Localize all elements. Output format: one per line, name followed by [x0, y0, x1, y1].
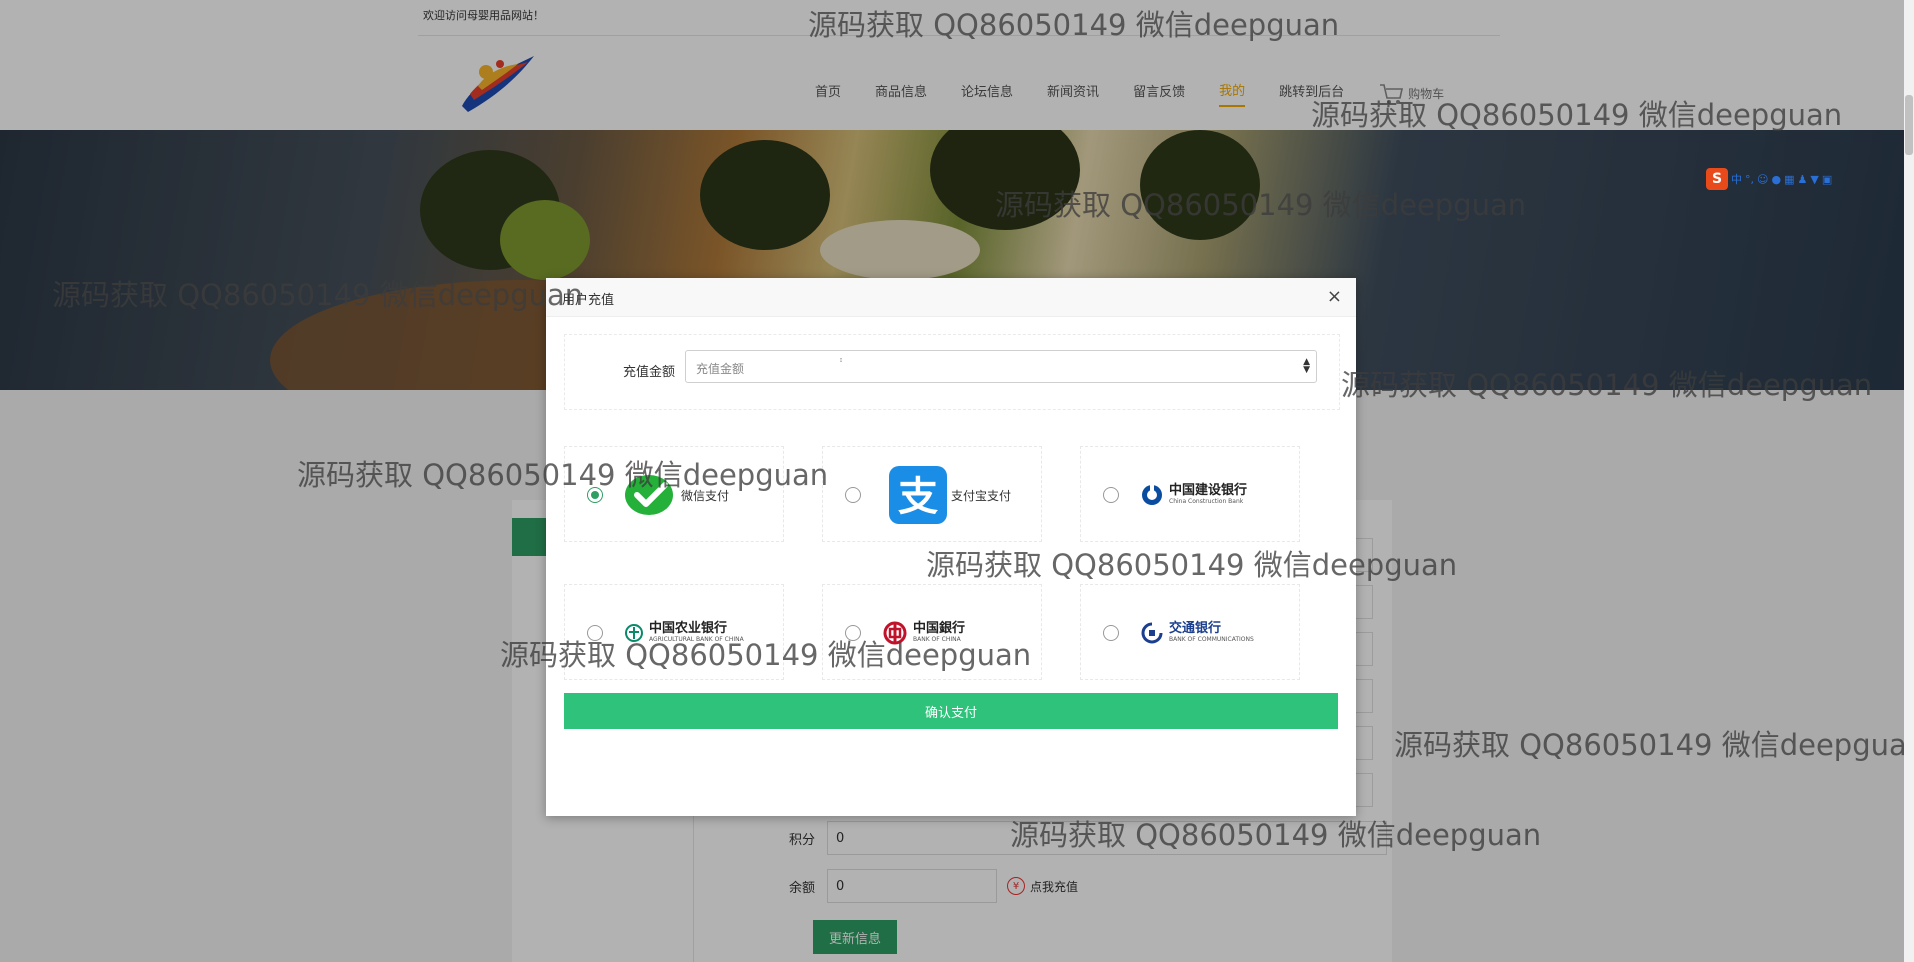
pay-option-boc-logo: 中国銀行 BANK OF CHINA [883, 599, 965, 667]
pay-option-ccb[interactable]: 中国建设银行 China Construction Bank [1080, 446, 1300, 542]
pay-option-abc-sub: AGRICULTURAL BANK OF CHINA [649, 636, 744, 643]
sogou-ime-icon[interactable]: S [1706, 168, 1728, 190]
pay-option-abc-label: 中国农业银行 [649, 621, 728, 636]
pay-option-wechat-logo: 微信支付 [625, 461, 729, 529]
svg-text:支: 支 [898, 474, 938, 520]
pay-option-abc[interactable]: 中国农业银行 AGRICULTURAL BANK OF CHINA [564, 584, 784, 680]
pay-option-wechat[interactable]: 微信支付 [564, 446, 784, 542]
pay-radio-boc[interactable] [845, 625, 861, 641]
amount-label: 充值金额 [622, 365, 675, 380]
pay-option-wechat-label: 微信支付 [681, 488, 730, 503]
pay-radio-bocom[interactable] [1103, 625, 1119, 641]
boc-bank-icon [883, 621, 907, 645]
close-icon[interactable]: × [1327, 286, 1342, 307]
ime-toolbar[interactable]: S 中 °, ☺ ● ▦ ♟ ▼ ▣ [1706, 168, 1832, 190]
pay-option-alipay-logo: 支 支付宝支付 [889, 461, 1011, 529]
ime-keyboard-icon[interactable]: ▦ [1784, 173, 1794, 186]
page-scrollbar[interactable] [1904, 0, 1914, 962]
recharge-modal: 用户充值 × 充值金额 充值金额 ▲ ▼ 微信支付 支 支付宝支付 中国建设银行… [546, 278, 1356, 816]
pay-option-alipay-label: 支付宝支付 [951, 488, 1012, 503]
ime-punctuation-icon[interactable]: °, [1745, 173, 1754, 186]
ime-skin-icon[interactable]: ▼ [1810, 173, 1818, 186]
pay-option-ccb-label: 中国建设银行 [1169, 483, 1248, 498]
pay-option-bocom-sub: BANK OF COMMUNICATIONS [1169, 636, 1254, 643]
pay-option-boc[interactable]: 中国銀行 BANK OF CHINA [822, 584, 1042, 680]
ccb-bank-icon [1142, 485, 1162, 505]
pay-radio-wechat[interactable] [587, 487, 603, 503]
alipay-icon: 支 [889, 466, 947, 524]
wechat-pay-icon [625, 475, 673, 515]
ime-user-icon[interactable]: ♟ [1797, 173, 1807, 186]
scrollbar-thumb[interactable] [1905, 95, 1913, 155]
select-arrows-icon: ▲ ▼ [1303, 357, 1310, 375]
pay-option-ccb-sub: China Construction Bank [1169, 498, 1244, 505]
pay-radio-alipay[interactable] [845, 487, 861, 503]
pay-option-boc-sub: BANK OF CHINA [913, 636, 961, 643]
ime-toolbox-icon[interactable]: ▣ [1822, 173, 1832, 186]
pay-option-bocom-logo: 交通银行 BANK OF COMMUNICATIONS [1141, 599, 1254, 667]
text-cursor-icon [840, 358, 842, 362]
pay-option-ccb-logo: 中国建设银行 China Construction Bank [1141, 461, 1247, 529]
amount-section: 充值金额 充值金额 ▲ ▼ [564, 334, 1340, 410]
pay-radio-ccb[interactable] [1103, 487, 1119, 503]
pay-radio-abc[interactable] [587, 625, 603, 641]
ime-mic-icon[interactable]: ● [1771, 173, 1781, 186]
bocom-bank-icon [1141, 622, 1163, 644]
pay-option-bocom[interactable]: 交通银行 BANK OF COMMUNICATIONS [1080, 584, 1300, 680]
amount-select-placeholder: 充值金额 [696, 362, 745, 376]
modal-title: 用户充值 [562, 293, 615, 308]
pay-option-bocom-label: 交通银行 [1169, 621, 1222, 636]
confirm-payment-button[interactable]: 确认支付 [564, 693, 1338, 729]
amount-select[interactable]: 充值金额 ▲ ▼ [685, 350, 1317, 383]
modal-header: 用户充值 × [546, 278, 1356, 317]
pay-option-alipay[interactable]: 支 支付宝支付 [822, 446, 1042, 542]
pay-option-abc-logo: 中国农业银行 AGRICULTURAL BANK OF CHINA [625, 599, 744, 667]
ime-emoji-icon[interactable]: ☺ [1757, 173, 1768, 186]
abc-bank-icon [625, 624, 643, 642]
ime-mode-label[interactable]: 中 [1731, 171, 1742, 187]
pay-option-boc-label: 中国銀行 [913, 621, 966, 636]
